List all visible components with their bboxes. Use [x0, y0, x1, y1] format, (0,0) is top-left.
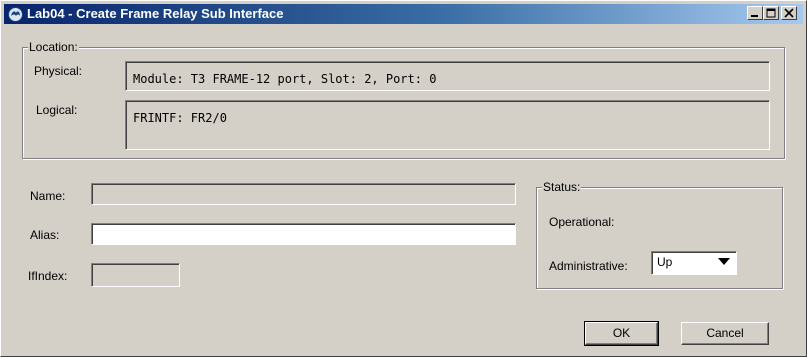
maximize-icon	[766, 8, 776, 18]
ok-button[interactable]: OK	[584, 321, 659, 346]
maximize-button[interactable]	[763, 6, 779, 20]
name-label: Name:	[30, 189, 66, 203]
minimize-button[interactable]	[747, 6, 763, 20]
operational-label: Operational:	[549, 215, 615, 229]
physical-value: Module: T3 FRAME-12 port, Slot: 2, Port:…	[125, 61, 770, 91]
title-bar[interactable]: Lab04 - Create Frame Relay Sub Interface	[4, 4, 803, 24]
administrative-label: Administrative:	[549, 259, 628, 273]
cancel-button[interactable]: Cancel	[681, 322, 769, 345]
name-field[interactable]	[91, 183, 516, 205]
physical-label: Physical:	[34, 64, 83, 78]
status-legend: Status:	[542, 180, 582, 194]
alias-input[interactable]	[91, 223, 516, 245]
administrative-select[interactable]: Up	[651, 251, 737, 275]
minimize-icon	[751, 15, 758, 17]
logical-value: FRINTF: FR2/0	[125, 100, 770, 150]
ifindex-label: IfIndex:	[28, 269, 68, 283]
location-legend: Location:	[28, 40, 79, 54]
alias-label: Alias:	[30, 228, 60, 242]
application-icon[interactable]	[8, 7, 23, 22]
administrative-value: Up	[657, 255, 673, 269]
close-button[interactable]	[781, 6, 797, 20]
dialog-window: Lab04 - Create Frame Relay Sub Interface…	[0, 0, 807, 357]
ifindex-field[interactable]	[91, 263, 180, 287]
close-icon	[784, 8, 794, 18]
window-title: Lab04 - Create Frame Relay Sub Interface	[27, 6, 284, 21]
chevron-down-icon[interactable]	[718, 258, 730, 266]
logical-label: Logical:	[36, 103, 78, 117]
